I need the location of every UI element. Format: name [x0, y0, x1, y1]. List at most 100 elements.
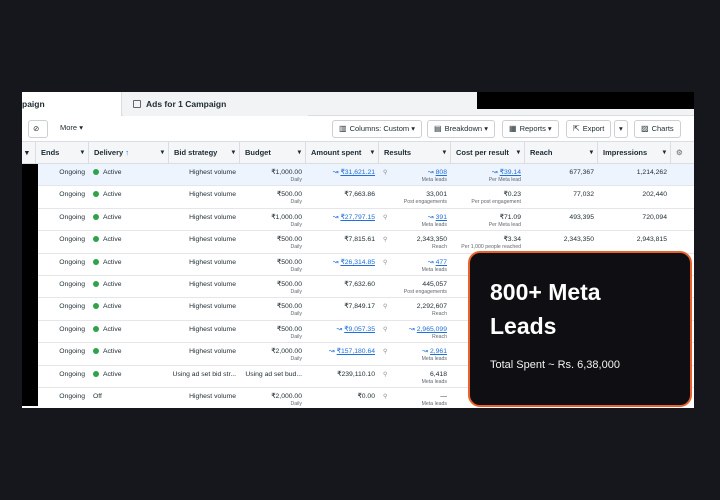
- amount-spent-cell-value[interactable]: ₹31,621.21: [340, 169, 375, 176]
- tab-ads-label: Ads for 1 Campaign: [146, 99, 227, 109]
- amount-spent-cell[interactable]: ↝ ₹26,314.85: [306, 254, 379, 276]
- header-ends-label: Ends: [41, 148, 60, 157]
- tab-bar: paign Ads for 1 Campaign: [22, 92, 694, 116]
- charts-button[interactable]: ▨ Charts: [634, 120, 681, 138]
- bid-strategy-cell: Highest volume: [169, 164, 240, 186]
- header-menu[interactable]: ▾: [22, 142, 36, 164]
- results-cell-sub: Post engagements: [403, 199, 447, 206]
- header-delivery-label: Delivery: [94, 148, 124, 157]
- results-cell-value[interactable]: 2,961: [430, 348, 447, 355]
- column-settings-button[interactable]: ⚙: [671, 142, 694, 164]
- redaction-bar: [477, 92, 694, 109]
- amount-spent-cell[interactable]: ↝ ₹9,057.35: [306, 321, 379, 343]
- toolbar: ⊘ More ▾ ▥ Columns: Custom ▾ ▤ Breakdown ▾…: [22, 116, 694, 142]
- bid-strategy-cell-value: Using ad set bid str...: [172, 370, 236, 378]
- reach-cell-value: 2,343,350: [563, 236, 594, 244]
- tag-button[interactable]: ⊘: [28, 120, 48, 138]
- tab-campaigns[interactable]: paign: [22, 92, 122, 116]
- cost-per-result-cell-value: ₹71.09: [499, 213, 521, 221]
- export-label: Export: [582, 124, 605, 133]
- ends-cell: Ongoing: [36, 298, 89, 320]
- reports-button[interactable]: ▦ Reports ▾: [502, 120, 559, 138]
- more-button[interactable]: More ▾: [54, 120, 89, 138]
- breakdown-button[interactable]: ▤ Breakdown ▾: [427, 120, 495, 138]
- results-cell: 445,057 Post engagements: [379, 276, 451, 298]
- header-delivery[interactable]: Delivery ↑ ▾: [89, 142, 169, 164]
- status-dot-icon: [93, 370, 99, 377]
- bid-strategy-cell-value: Highest volume: [189, 236, 236, 244]
- ends-cell-value: Ongoing: [59, 213, 85, 221]
- budget-cell-value: ₹1,000.00: [271, 213, 302, 221]
- amount-spent-cell-value: ₹0.00: [357, 393, 375, 400]
- results-cell[interactable]: ↝ 2,961 Meta leads: [379, 343, 451, 365]
- ends-cell: Ongoing: [36, 231, 89, 253]
- amount-spent-cell-value[interactable]: ₹27,797.15: [340, 214, 375, 221]
- results-cell-sub: Reach: [432, 244, 447, 251]
- export-button[interactable]: ⇱ Export: [566, 120, 612, 138]
- results-cell[interactable]: ↝ 808 Meta leads: [379, 164, 451, 186]
- results-cell-value[interactable]: 808: [436, 169, 447, 176]
- header-bid-strategy[interactable]: Bid strategy ▾: [169, 142, 240, 164]
- cost-per-result-cell[interactable]: ↝ ₹39.14 Per Meta lead: [451, 164, 525, 186]
- trend-icon: ↝: [408, 325, 415, 333]
- header-reach[interactable]: Reach ▾: [525, 142, 598, 164]
- header-amount-spent[interactable]: Amount spent ▾: [306, 142, 379, 164]
- results-cell[interactable]: ↝ 391 Meta leads: [379, 209, 451, 231]
- cost-per-result-cell-value: ₹0.23: [503, 191, 521, 199]
- amount-spent-cell[interactable]: ↝ ₹157,180.64: [306, 343, 379, 365]
- amount-spent-cell-value[interactable]: ₹157,180.64: [337, 348, 375, 355]
- amount-spent-cell[interactable]: ↝ ₹31,621.21: [306, 164, 379, 186]
- chevron-down-icon: ▾: [442, 149, 446, 156]
- chevron-down-icon: ▾: [516, 149, 520, 156]
- trend-icon: ↝: [427, 213, 434, 221]
- budget-cell-sub: Daily: [290, 401, 302, 407]
- results-cell[interactable]: ↝ 2,965,099 Reach: [379, 321, 451, 343]
- table-row[interactable]: Ongoing Active Highest volume ₹500.00 Daily ₹…: [22, 186, 694, 209]
- amount-spent-cell[interactable]: ↝ ₹27,797.15: [306, 209, 379, 231]
- tab-ads[interactable]: Ads for 1 Campaign: [123, 92, 308, 116]
- cost-per-result-cell-value[interactable]: ₹39.14: [500, 169, 521, 176]
- results-cell-value: 33,001: [426, 191, 447, 199]
- cost-per-result-cell-value: ₹3.34: [503, 236, 521, 244]
- budget-cell-sub: Daily: [290, 289, 302, 295]
- bid-strategy-cell-value: Highest volume: [189, 191, 236, 199]
- results-cell-value[interactable]: 391: [436, 214, 447, 221]
- results-cell-sub: Meta leads: [421, 266, 447, 273]
- header-impressions[interactable]: Impressions ▾: [598, 142, 671, 164]
- table-row[interactable]: Ongoing Active Highest volume ₹1,000.00 Dail…: [22, 208, 694, 232]
- results-cell-value[interactable]: 2,965,099: [417, 326, 447, 333]
- amount-spent-cell-value[interactable]: ₹9,057.35: [344, 326, 375, 333]
- budget-cell: ₹500.00 Daily: [240, 298, 306, 320]
- columns-label: Columns: Custom: [349, 124, 410, 133]
- header-budget[interactable]: Budget ▾: [240, 142, 306, 164]
- export-dropdown-button[interactable]: ▾: [614, 120, 628, 138]
- amount-spent-cell-value[interactable]: ₹26,314.85: [340, 259, 375, 266]
- results-cell[interactable]: ↝ 477 Meta leads: [379, 254, 451, 276]
- breakdown-label: Breakdown: [444, 124, 483, 133]
- budget-cell-sub: Daily: [290, 221, 302, 228]
- budget-cell-sub: Daily: [290, 177, 302, 183]
- results-cell-value[interactable]: 477: [436, 259, 447, 266]
- impressions-cell: 720,094: [598, 209, 671, 231]
- columns-button[interactable]: ▥ Columns: Custom ▾: [332, 120, 423, 138]
- budget-cell: Using ad set bud...: [240, 366, 306, 388]
- delivery-cell-value: Active: [103, 303, 122, 311]
- budget-cell-value: ₹500.00: [276, 191, 302, 199]
- ends-cell: Ongoing: [36, 343, 89, 365]
- budget-cell: ₹500.00 Daily: [240, 321, 306, 343]
- reports-label: Reports: [519, 124, 546, 133]
- header-results[interactable]: Results ▾: [379, 142, 451, 164]
- ends-cell: Ongoing: [36, 321, 89, 343]
- table-row[interactable]: Ongoing Active Highest volume ₹1,000.00 Dail…: [22, 164, 694, 187]
- header-cost-per-result[interactable]: Cost per result ▾: [451, 142, 525, 164]
- cost-per-result-cell: ₹3.34 Per 1,000 people reached: [451, 231, 525, 253]
- results-cell-sub: Meta leads: [421, 378, 447, 385]
- ads-tab-checkbox-icon: [133, 100, 141, 108]
- budget-cell-value: ₹500.00: [276, 281, 302, 288]
- results-cell-value: —: [440, 393, 447, 400]
- ends-cell: Ongoing: [36, 388, 89, 408]
- header-ends[interactable]: Ends ▾: [36, 142, 89, 164]
- budget-cell: ₹2,000.00 Daily: [240, 343, 306, 365]
- results-cell-value: 2,343,350: [416, 236, 447, 244]
- impressions-cell-value: 720,094: [642, 213, 667, 221]
